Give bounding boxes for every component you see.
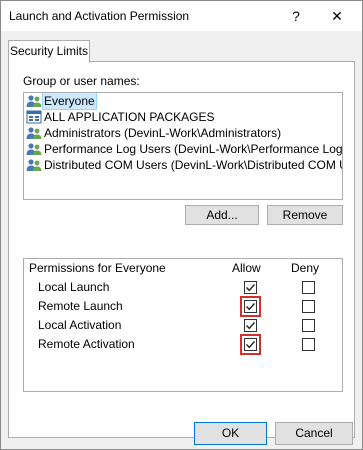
list-item[interactable]: Everyone	[24, 93, 342, 110]
allow-checkbox[interactable]	[244, 281, 257, 294]
window-title: Launch and Activation Permission	[9, 9, 190, 23]
deny-checkbox[interactable]	[302, 281, 315, 294]
title-bar[interactable]: Launch and Activation Permission ? ✕	[1, 1, 362, 31]
list-item[interactable]: ALL APPLICATION PACKAGES	[24, 109, 342, 125]
permission-row-local-activation: Local Activation	[24, 316, 342, 335]
permission-label: Remote Launch	[38, 299, 123, 313]
user-name: Distributed COM Users (DevinL-Work\Distr…	[44, 158, 343, 172]
user-list[interactable]: Everyone ALL APPLICATION PACKAGES Admini…	[23, 92, 343, 200]
help-button[interactable]: ?	[282, 3, 310, 29]
checkmark-icon	[246, 341, 256, 349]
dialog-window: Launch and Activation Permission ? ✕ Sec…	[0, 0, 363, 450]
permissions-table: Permissions for Everyone Allow Deny Loca…	[23, 258, 343, 392]
app-packages-icon	[26, 110, 42, 124]
group-icon	[26, 127, 42, 139]
allow-checkbox[interactable]	[244, 319, 257, 332]
user-name: ALL APPLICATION PACKAGES	[44, 110, 215, 124]
remove-button[interactable]: Remove	[267, 205, 343, 225]
group-icon	[26, 95, 42, 107]
deny-checkbox[interactable]	[302, 338, 315, 351]
tab-panel: Group or user names: Everyone ALL APPLIC…	[8, 61, 355, 438]
checkmark-icon	[246, 284, 256, 292]
group-icon	[26, 143, 42, 155]
permission-label: Local Activation	[38, 318, 122, 332]
checkmark-icon	[246, 322, 256, 330]
deny-checkbox[interactable]	[302, 300, 315, 313]
list-item[interactable]: Administrators (DevinL-Work\Administrato…	[24, 125, 342, 141]
checkmark-icon	[246, 303, 256, 311]
tab-security-limits[interactable]: Security Limits	[8, 40, 90, 63]
user-name: Administrators (DevinL-Work\Administrato…	[44, 126, 282, 140]
permission-row-remote-activation: Remote Activation	[24, 334, 342, 355]
user-name: Performance Log Users (DevinL-Work\Perfo…	[44, 142, 343, 156]
ok-button[interactable]: OK	[194, 422, 267, 445]
add-button[interactable]: Add...	[185, 205, 259, 225]
permissions-header: Permissions for Everyone	[29, 261, 166, 275]
permission-row-remote-launch: Remote Launch	[24, 296, 342, 317]
group-icon	[26, 159, 42, 171]
list-item[interactable]: Distributed COM Users (DevinL-Work\Distr…	[24, 157, 342, 173]
permission-label: Local Launch	[38, 280, 110, 294]
close-button[interactable]: ✕	[317, 3, 357, 29]
allow-checkbox[interactable]	[244, 300, 257, 313]
cancel-button[interactable]: Cancel	[275, 422, 353, 445]
permission-label: Remote Activation	[38, 337, 135, 351]
list-item[interactable]: Performance Log Users (DevinL-Work\Perfo…	[24, 141, 342, 157]
allow-checkbox[interactable]	[244, 338, 257, 351]
permission-row-local-launch: Local Launch	[24, 278, 342, 297]
allow-column-header: Allow	[232, 261, 261, 275]
deny-checkbox[interactable]	[302, 319, 315, 332]
user-name: Everyone	[42, 93, 97, 110]
deny-column-header: Deny	[291, 261, 320, 275]
dialog-body: Security Limits Group or user names: Eve…	[1, 31, 362, 449]
group-or-user-names-label: Group or user names:	[23, 74, 140, 88]
